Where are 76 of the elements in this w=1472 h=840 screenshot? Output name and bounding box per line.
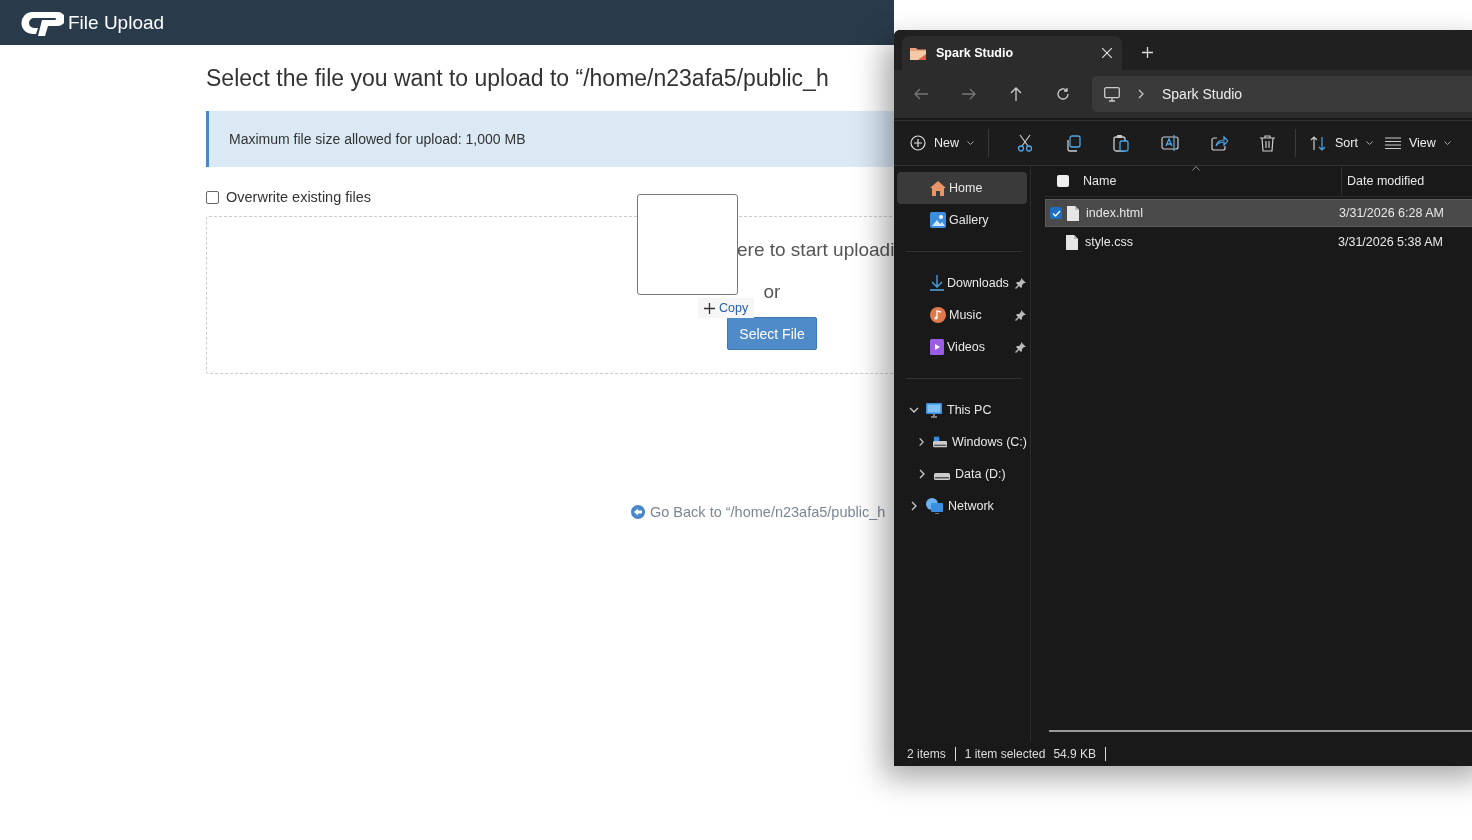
- pin-icon[interactable]: [1015, 341, 1026, 353]
- select-all-checkbox[interactable]: [1057, 175, 1069, 187]
- document-icon: [1067, 205, 1079, 221]
- sidebar-item[interactable]: Videos: [897, 331, 1027, 363]
- delete-icon[interactable]: [1260, 134, 1275, 152]
- select-file-button[interactable]: Select File: [727, 317, 817, 350]
- chevron-right-icon[interactable]: [917, 437, 926, 447]
- sidebar-item[interactable]: Gallery: [897, 204, 1027, 236]
- overwrite-label: Overwrite existing files: [226, 189, 372, 205]
- rename-icon[interactable]: [1161, 135, 1179, 151]
- address-bar[interactable]: Spark Studio: [1092, 76, 1472, 112]
- column-header[interactable]: Date modified: [1341, 167, 1425, 195]
- drive-icon: [932, 436, 947, 448]
- chevron-right-icon[interactable]: [909, 501, 919, 511]
- sort-button[interactable]: Sort: [1308, 127, 1383, 159]
- sort-arrows-icon: [1310, 135, 1327, 151]
- music-note-icon: [930, 307, 946, 323]
- dropdown-caret-icon: [967, 140, 974, 146]
- item-count: 2 items: [907, 747, 946, 761]
- app-title: File Upload: [68, 11, 165, 34]
- folder-icon: [910, 46, 926, 60]
- refresh-icon[interactable]: [1056, 87, 1070, 101]
- image-icon: [930, 212, 946, 228]
- plus-icon: [704, 302, 715, 314]
- monitor-icon: [1104, 86, 1120, 102]
- pin-icon[interactable]: [1015, 277, 1026, 289]
- share-icon[interactable]: [1211, 135, 1228, 151]
- paste-icon[interactable]: [1113, 134, 1129, 152]
- notice-text: Maximum file size allowed for upload: 1,000 MB: [229, 131, 526, 147]
- up-icon[interactable]: [1010, 87, 1022, 101]
- list-view-icon: [1384, 137, 1401, 149]
- dropdown-caret-icon: [1443, 140, 1451, 146]
- back-arrow-icon: [631, 505, 645, 519]
- overwrite-checkbox[interactable]: [206, 190, 219, 204]
- dropdown-caret-icon: [1365, 140, 1373, 146]
- forward-icon[interactable]: [962, 88, 976, 100]
- tree-item[interactable]: Windows (C:): [897, 426, 1027, 458]
- sort-caret-icon: [1192, 166, 1200, 171]
- drop-zone-text: ere to start uploadi: [737, 239, 894, 260]
- tree-item[interactable]: This PC: [897, 394, 1027, 426]
- copy-icon[interactable]: [1065, 134, 1081, 152]
- column-header[interactable]: Name: [1083, 174, 1341, 188]
- pin-icon[interactable]: [1015, 309, 1026, 321]
- sidebar-item[interactable]: Downloads: [897, 267, 1027, 299]
- chevron-right-icon: [1138, 89, 1144, 99]
- file-row[interactable]: style.css 3/31/2026 5:38 AM: [1045, 229, 1472, 255]
- tree-item[interactable]: Data (D:): [897, 458, 1027, 490]
- plus-circle-icon: [910, 135, 926, 151]
- selection-size: 54.9 KB: [1053, 747, 1097, 761]
- selection-info: 1 item selected: [964, 747, 1046, 761]
- document-icon: [1066, 234, 1078, 250]
- breadcrumb-location: Spark Studio: [1162, 86, 1243, 102]
- house-icon: [930, 180, 946, 196]
- go-back-link[interactable]: Go Back to “/home/n23afa5/public_h: [650, 504, 886, 520]
- new-tab-icon[interactable]: [1142, 47, 1153, 58]
- cut-icon[interactable]: [1017, 134, 1033, 152]
- page-heading: Select the file you want to upload to “/home/n23afa5/public_h: [206, 65, 830, 93]
- tree-item[interactable]: Network: [897, 490, 1027, 522]
- sidebar-item[interactable]: Home: [897, 172, 1027, 204]
- back-icon[interactable]: [914, 88, 928, 100]
- video-icon: [930, 339, 944, 355]
- view-button[interactable]: View: [1382, 127, 1461, 159]
- close-icon[interactable]: [1102, 48, 1112, 58]
- download-icon: [930, 275, 944, 291]
- chevron-right-icon[interactable]: [917, 469, 927, 479]
- network-icon: [926, 498, 943, 514]
- file-row[interactable]: index.html 3/31/2026 6:28 AM: [1045, 199, 1472, 227]
- copy-label: Copy: [719, 301, 749, 315]
- chevron-down-icon[interactable]: [909, 405, 919, 415]
- new-button[interactable]: New: [908, 127, 984, 159]
- window-tab[interactable]: Spark Studio: [902, 36, 1122, 70]
- scrollbar[interactable]: [1049, 730, 1472, 732]
- or-text: or: [763, 281, 781, 303]
- row-checkbox[interactable]: [1050, 207, 1062, 219]
- sidebar-item[interactable]: Music: [897, 299, 1027, 331]
- computer-icon: [926, 402, 942, 418]
